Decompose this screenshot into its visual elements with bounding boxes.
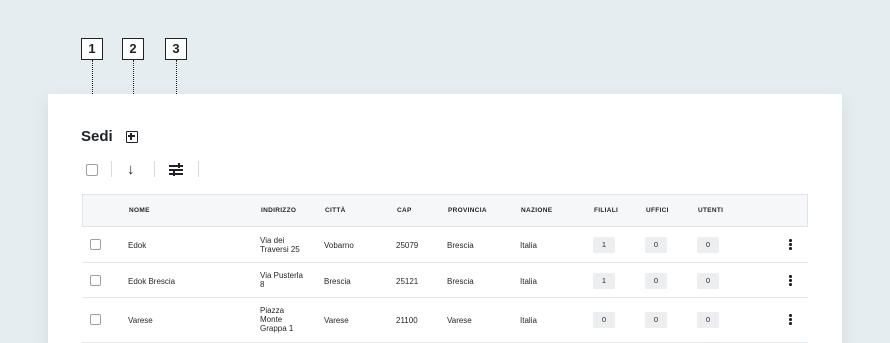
col-header-citta[interactable]: CITTÀ: [325, 207, 346, 214]
cell-nazione: Italia: [520, 277, 537, 286]
cell-provincia: Brescia: [447, 241, 474, 250]
kebab-menu-icon[interactable]: [789, 314, 792, 326]
sedi-card: Sedi ↓ NOME INDIRIZZO CITTÀ CAP PROVINCI…: [48, 94, 842, 343]
col-header-utenti[interactable]: UTENTI: [698, 207, 723, 214]
col-header-nome[interactable]: NOME: [129, 207, 150, 214]
filiali-badge: 0: [593, 312, 615, 328]
cell-citta: Vobarno: [324, 241, 354, 250]
title-row: Sedi: [81, 128, 138, 145]
cell-cap: 25079: [396, 241, 419, 250]
cell-cap: 21100: [396, 316, 418, 325]
utenti-badge: 0: [697, 273, 719, 289]
cell-nome: Edok: [128, 241, 147, 250]
cell-nazione: Italia: [520, 241, 537, 250]
cell-nome: Varese: [128, 316, 153, 325]
col-header-uffici[interactable]: UFFICI: [646, 207, 669, 214]
uffici-badge: 0: [645, 273, 667, 289]
toolbar-divider: [111, 161, 112, 177]
uffici-badge: 0: [645, 312, 667, 328]
table-row[interactable]: Edok Via dei Traversi 25 Vobarno 25079 Br…: [82, 227, 808, 263]
col-header-nazione[interactable]: NAZIONE: [521, 207, 552, 214]
arrow-down-icon[interactable]: ↓: [127, 161, 135, 179]
row-checkbox[interactable]: [90, 239, 101, 250]
utenti-badge: 0: [697, 237, 719, 253]
kebab-menu-icon[interactable]: [789, 239, 792, 251]
cell-indirizzo: Via Pusterla 8: [260, 271, 303, 289]
utenti-badge: 0: [697, 312, 719, 328]
cell-provincia: Varese: [447, 316, 472, 325]
cell-nazione: Italia: [520, 316, 537, 325]
cell-citta: Brescia: [324, 277, 351, 286]
row-checkbox[interactable]: [90, 314, 101, 325]
callout-1: 1: [81, 38, 103, 60]
col-header-cap[interactable]: CAP: [397, 207, 412, 214]
select-all-checkbox[interactable]: [86, 164, 98, 176]
cell-cap: 25121: [396, 277, 419, 286]
cell-indirizzo: Piazza Monte Grappa 1: [260, 306, 294, 333]
uffici-badge: 0: [645, 237, 667, 253]
toolbar-divider: [198, 161, 199, 177]
callout-3: 3: [165, 38, 187, 60]
filiali-badge: 1: [593, 237, 615, 253]
table-header: NOME INDIRIZZO CITTÀ CAP PROVINCIA NAZIO…: [82, 194, 808, 227]
cell-indirizzo: Via dei Traversi 25: [260, 236, 300, 254]
toolbar-divider: [154, 161, 155, 177]
kebab-menu-icon[interactable]: [789, 275, 792, 287]
row-checkbox[interactable]: [90, 275, 101, 286]
callout-2: 2: [122, 38, 144, 60]
col-header-filiali[interactable]: FILIALI: [594, 207, 618, 214]
cell-citta: Varese: [324, 316, 349, 325]
add-box-icon[interactable]: [125, 130, 138, 143]
sliders-icon[interactable]: [169, 163, 183, 176]
table-row[interactable]: Varese Piazza Monte Grappa 1 Varese 21100 …: [82, 298, 808, 343]
page-title: Sedi: [81, 128, 113, 145]
sedi-table: NOME INDIRIZZO CITTÀ CAP PROVINCIA NAZIO…: [82, 194, 808, 343]
filiali-badge: 1: [593, 273, 615, 289]
table-row[interactable]: Edok Brescia Via Pusterla 8 Brescia 25121…: [82, 263, 808, 298]
col-header-provincia[interactable]: PROVINCIA: [448, 207, 487, 214]
cell-provincia: Brescia: [447, 277, 474, 286]
cell-nome: Edok Brescia: [128, 277, 176, 286]
col-header-indirizzo[interactable]: INDIRIZZO: [261, 207, 296, 214]
